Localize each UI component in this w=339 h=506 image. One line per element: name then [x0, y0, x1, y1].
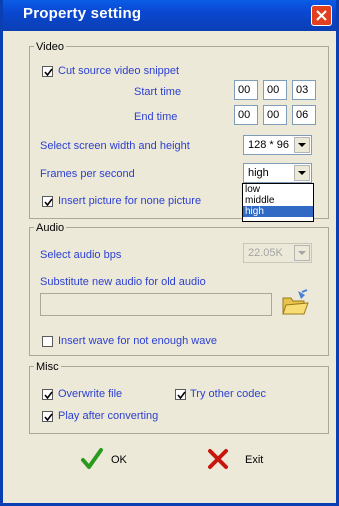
- fps-option-middle[interactable]: middle: [243, 195, 313, 206]
- audio-path-input[interactable]: [40, 293, 272, 316]
- open-folder-icon: [282, 289, 309, 315]
- start-time-label: Start time: [134, 86, 182, 98]
- fps-select[interactable]: high: [243, 163, 312, 183]
- start-hours-input[interactable]: 00: [234, 80, 258, 100]
- audio-group: Audio Select audio bps 22.05K Substitute…: [29, 221, 329, 356]
- video-group-label: Video: [34, 40, 66, 54]
- red-x-icon: [208, 449, 228, 469]
- open-folder-button[interactable]: [280, 288, 310, 318]
- ok-label: OK: [111, 454, 127, 466]
- checkmark-icon: [44, 198, 53, 207]
- title-bar[interactable]: Property setting: [3, 0, 336, 31]
- screen-size-value: 128 * 96: [248, 139, 289, 151]
- end-seconds-input[interactable]: 06: [292, 105, 316, 125]
- checkmark-icon: [44, 413, 53, 422]
- cut-snippet-checkbox[interactable]: [42, 66, 53, 77]
- end-minutes-input[interactable]: 00: [263, 105, 287, 125]
- exit-button[interactable]: Exit: [207, 448, 267, 474]
- window-title: Property setting: [23, 5, 142, 22]
- fps-label: Frames per second: [40, 168, 135, 180]
- fps-dropdown-list[interactable]: low middle high: [242, 183, 314, 222]
- end-hours-input[interactable]: 00: [234, 105, 258, 125]
- chevron-down-icon[interactable]: [294, 137, 310, 153]
- play-after-label: Play after converting: [58, 410, 159, 422]
- chevron-down-icon[interactable]: [294, 165, 310, 181]
- try-codec-checkbox[interactable]: [175, 389, 186, 400]
- try-codec-label: Try other codec: [190, 388, 267, 400]
- close-button[interactable]: [311, 5, 332, 26]
- misc-group: Misc Overwrite file Try other codec Play…: [29, 360, 329, 434]
- ok-button[interactable]: OK: [81, 448, 141, 474]
- fps-value: high: [248, 167, 269, 179]
- end-time-label: End time: [134, 111, 178, 123]
- exit-label: Exit: [245, 454, 264, 466]
- fps-option-low[interactable]: low: [243, 184, 313, 195]
- cut-snippet-label: Cut source video snippet: [58, 65, 180, 77]
- audio-bps-value: 22.05K: [248, 247, 283, 259]
- start-seconds-input[interactable]: 03: [292, 80, 316, 100]
- screen-size-label: Select screen width and height: [40, 140, 190, 152]
- audio-group-label: Audio: [34, 221, 67, 235]
- substitute-audio-label: Substitute new audio for old audio: [40, 276, 206, 288]
- play-after-checkbox[interactable]: [42, 411, 53, 422]
- screen-size-select[interactable]: 128 * 96: [243, 135, 312, 155]
- audio-bps-label: Select audio bps: [40, 249, 122, 261]
- insert-picture-checkbox[interactable]: [42, 196, 53, 207]
- checkmark-icon: [44, 68, 53, 77]
- insert-wave-label: Insert wave for not enough wave: [58, 335, 217, 347]
- checkmark-icon: [44, 391, 53, 400]
- fps-option-high[interactable]: high: [243, 206, 313, 217]
- property-setting-dialog: Property setting Video Cut source video …: [0, 0, 339, 506]
- audio-bps-select[interactable]: 22.05K: [243, 243, 312, 263]
- insert-picture-label: Insert picture for none picture: [58, 195, 202, 207]
- green-check-icon: [81, 448, 103, 469]
- overwrite-checkbox[interactable]: [42, 389, 53, 400]
- checkmark-icon: [177, 391, 186, 400]
- start-minutes-input[interactable]: 00: [263, 80, 287, 100]
- chevron-down-icon[interactable]: [294, 245, 310, 261]
- overwrite-label: Overwrite file: [58, 388, 123, 400]
- insert-wave-checkbox[interactable]: [42, 336, 53, 347]
- misc-group-label: Misc: [34, 360, 61, 374]
- close-icon: [316, 10, 327, 21]
